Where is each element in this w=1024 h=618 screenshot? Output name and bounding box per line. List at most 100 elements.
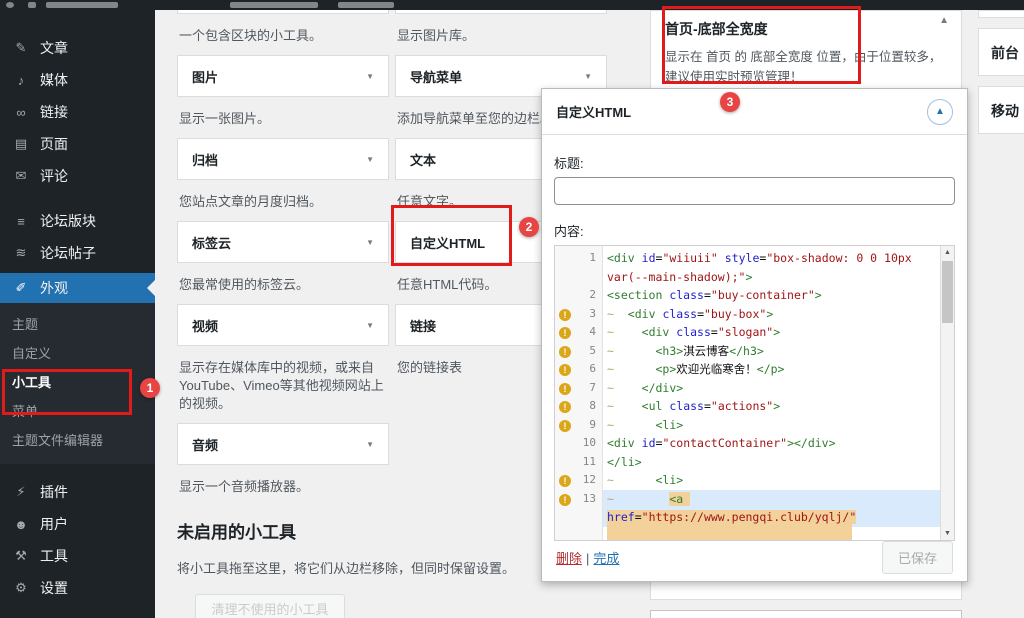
code-line[interactable]: !13~ <a href="https://www.pengqi.club/yq… xyxy=(555,490,940,527)
warning-gutter: ! xyxy=(555,397,575,415)
delete-link[interactable]: 删除 xyxy=(556,551,582,566)
sidebar-item-pages[interactable]: ▤页面 xyxy=(0,128,155,160)
admin-sidebar: ✎文章 ♪ 媒体 ∞链接▤页面✉评论 ≡论坛版块≋论坛帖子 ✐ 外观 主题自定义小工具菜… xyxy=(0,10,155,618)
annotation-badge-step1: 1 xyxy=(140,378,160,398)
chevron-down-icon: ▼ xyxy=(366,440,374,449)
home-icon[interactable] xyxy=(28,2,36,8)
widget-card-tag-cloud[interactable]: 标签云▼ xyxy=(177,221,389,263)
warning-icon: ! xyxy=(559,420,571,432)
warning-icon: ! xyxy=(559,364,571,376)
sidebar-item-users[interactable]: ☻用户 xyxy=(0,508,155,540)
widget-area-panel-front[interactable]: 前台 xyxy=(978,28,1024,76)
code-text: <section class="buy-container"> xyxy=(603,286,940,305)
code-line[interactable]: !4~ <div class="slogan"> xyxy=(555,323,940,342)
line-number: 3 xyxy=(575,305,603,323)
sidebar-item-settings[interactable]: ⚙设置 xyxy=(0,572,155,604)
widget-card-image[interactable]: 图片▼ xyxy=(177,55,389,97)
editor-scrollbar[interactable]: ▲ ▼ xyxy=(940,246,954,540)
sidebar-subitem-theme-editor[interactable]: 主题文件编辑器 xyxy=(0,425,155,454)
sidebar-item-plugins[interactable]: ⚡插件 xyxy=(0,476,155,508)
widget-form-title: 自定义HTML xyxy=(556,102,631,121)
code-line[interactable]: !3~ <div class="buy-box"> xyxy=(555,305,940,324)
sidebar-item-label: 媒体 xyxy=(40,70,68,90)
line-number: 7 xyxy=(575,379,603,397)
sidebar-subitem-themes[interactable]: 主题 xyxy=(0,309,155,338)
widget-description: 您站点文章的月度归档。 xyxy=(179,193,387,211)
admin-bar-item[interactable] xyxy=(230,2,318,8)
wordpress-widgets-admin-screen: ✎文章 ♪ 媒体 ∞链接▤页面✉评论 ≡论坛版块≋论坛帖子 ✐ 外观 主题自定义小工具菜… xyxy=(0,0,1024,618)
warning-gutter: ! xyxy=(555,342,575,360)
code-line[interactable]: !9~ <li> xyxy=(555,416,940,435)
clear-inactive-widgets-button[interactable]: 清理不使用的小工具 xyxy=(195,594,345,618)
scrollbar-thumb[interactable] xyxy=(942,261,953,323)
scroll-up-icon[interactable]: ▲ xyxy=(941,246,954,259)
sidebar-item-label: 页面 xyxy=(40,134,68,154)
widget-card-video[interactable]: 视频▼ xyxy=(177,304,389,346)
code-line[interactable]: !6~ <p>欢迎光临寒舍！</p> xyxy=(555,360,940,379)
links-icon: ∞ xyxy=(10,105,32,120)
code-line[interactable]: !12~ <li> xyxy=(555,471,940,490)
annotation-badge-step2: 2 xyxy=(519,217,539,237)
widget-description: 显示一张图片。 xyxy=(179,110,387,128)
sidebar-item-label: 用户 xyxy=(40,514,68,534)
done-link[interactable]: 完成 xyxy=(593,551,619,566)
widget-card-audio[interactable]: 音频▼ xyxy=(177,423,389,465)
sidebar-item-label: 插件 xyxy=(40,482,68,502)
site-name[interactable] xyxy=(46,2,118,8)
line-number: 10 xyxy=(575,434,603,452)
saved-button[interactable]: 已保存 xyxy=(882,541,953,574)
widget-card-archives[interactable]: 归档▼ xyxy=(177,138,389,180)
sidebar-item-appearance[interactable]: ✐ 外观 xyxy=(0,273,155,303)
widget-description: 显示存在媒体库中的视频，或来自YouTube、Vimeo等其他视频网站上的视频。 xyxy=(179,359,387,413)
code-editor[interactable]: 1<div id="wiiuii" style="box-shadow: 0 0… xyxy=(554,245,955,541)
warning-icon: ! xyxy=(559,383,571,395)
sidebar-item-forum-sections[interactable]: ≡论坛版块 xyxy=(0,205,155,237)
code-text: ~ <div class="buy-box"> xyxy=(603,305,940,324)
footer-links: 删除|完成 xyxy=(556,548,619,567)
code-line[interactable]: !5~ <h3>淇云博客</h3> xyxy=(555,342,940,361)
code-text: </li> xyxy=(603,453,940,472)
sidebar-item-media[interactable]: ♪ 媒体 xyxy=(0,64,155,96)
chevron-down-icon: ▼ xyxy=(366,72,374,81)
media-icon: ♪ xyxy=(10,73,32,88)
code-lines[interactable]: 1<div id="wiiuii" style="box-shadow: 0 0… xyxy=(555,246,940,540)
code-line[interactable]: 1<div id="wiiuii" style="box-shadow: 0 0… xyxy=(555,249,940,286)
code-line[interactable]: 2<section class="buy-container"> xyxy=(555,286,940,305)
sidebar-item-forum-posts[interactable]: ≋论坛帖子 xyxy=(0,237,155,269)
widget-title: 标签云 xyxy=(192,233,231,252)
line-number: 12 xyxy=(575,471,603,489)
sidebar-menu-top: ✎文章 ♪ 媒体 ∞链接▤页面✉评论 ≡论坛版块≋论坛帖子 xyxy=(0,10,155,269)
sidebar-item-comments[interactable]: ✉评论 xyxy=(0,160,155,192)
sidebar-subitem-menus[interactable]: 菜单 xyxy=(0,396,155,425)
code-line[interactable]: 10<div id="contactContainer"></div> xyxy=(555,434,940,453)
sidebar-subitem-customize[interactable]: 自定义 xyxy=(0,338,155,367)
sidebar-item-label: 设置 xyxy=(40,578,68,598)
warning-gutter: ! xyxy=(555,490,575,508)
inactive-widgets-section: 未启用的小工具 将小工具拖至这里，将它们从边栏移除，但同时保留设置。 清理不使用… xyxy=(177,518,597,618)
chevron-down-icon: ▼ xyxy=(366,321,374,330)
sidebar-item-posts[interactable]: ✎文章 xyxy=(0,32,155,64)
collapse-arrow-icon[interactable]: ▲ xyxy=(939,15,949,26)
sidebar-item-tools[interactable]: ⚒工具 xyxy=(0,540,155,572)
code-line[interactable]: !8~ <ul class="actions"> xyxy=(555,397,940,416)
widget-area-panel-cut xyxy=(978,10,1024,18)
admin-bar-item[interactable] xyxy=(338,2,394,8)
widget-form-header[interactable]: 自定义HTML ▲ xyxy=(542,89,967,135)
sidebar-item-label: 论坛帖子 xyxy=(40,243,96,263)
code-text: ~ </div> xyxy=(603,379,940,398)
sidebar-item-label: 外观 xyxy=(40,278,68,298)
wordpress-logo-icon[interactable] xyxy=(6,2,14,8)
sidebar-menu-bottom: ⚡插件☻用户⚒工具⚙设置 xyxy=(0,476,155,604)
code-line[interactable]: ! 7~ </div> xyxy=(555,379,940,398)
widget-title-input[interactable] xyxy=(554,177,955,205)
warning-icon: ! xyxy=(559,475,571,487)
code-line[interactable]: 11</li> xyxy=(555,453,940,472)
widget-area-panel-mobile[interactable]: 移动 xyxy=(978,86,1024,134)
widget-area-title: 首页-底部全宽度 xyxy=(651,11,961,39)
collapse-circle-button[interactable]: ▲ xyxy=(927,99,953,125)
sidebar-item-links[interactable]: ∞链接 xyxy=(0,96,155,128)
line-number: 2 xyxy=(575,286,603,304)
admin-bar[interactable] xyxy=(0,0,1024,10)
warning-icon: ! xyxy=(559,494,571,506)
sidebar-subitem-widgets[interactable]: 小工具 xyxy=(0,367,155,396)
